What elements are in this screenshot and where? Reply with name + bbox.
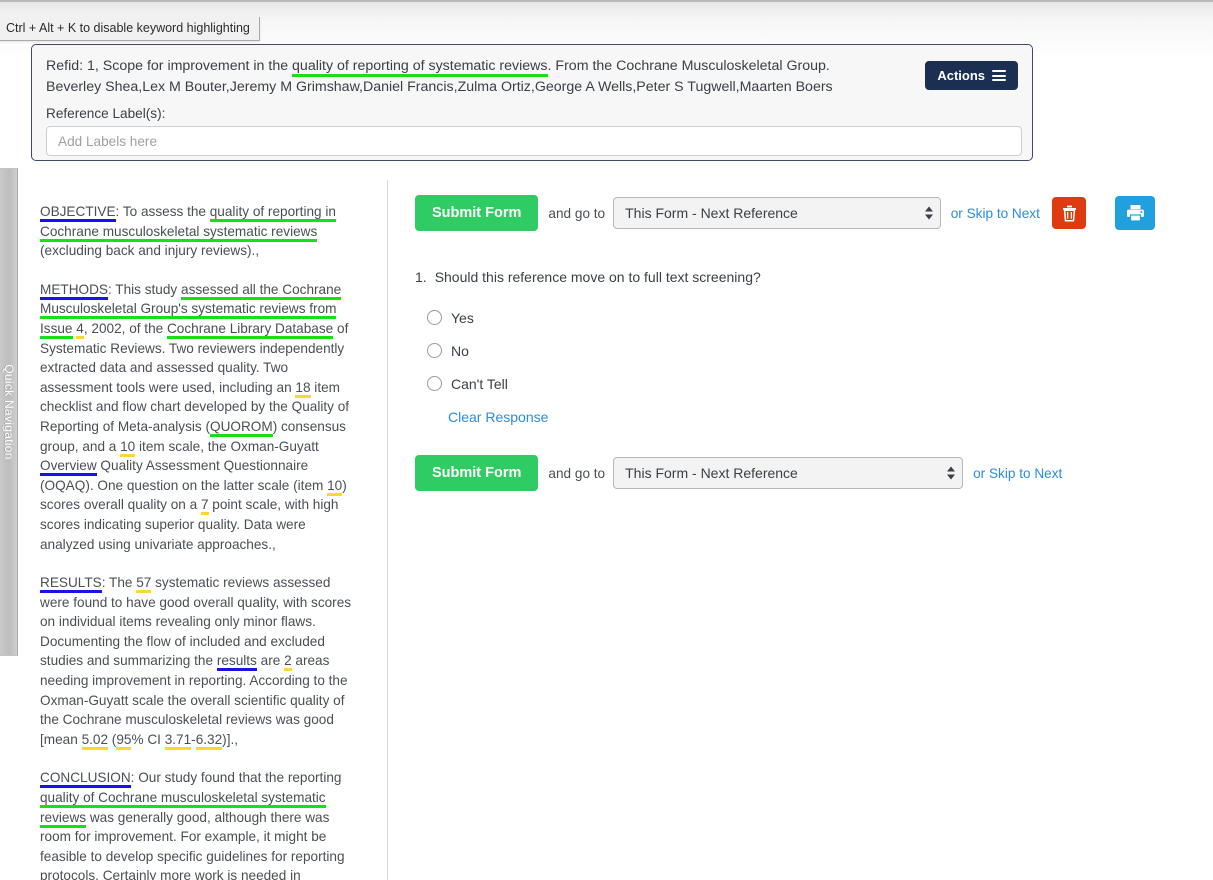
trash-icon	[1062, 205, 1076, 222]
abstract-objective: OBJECTIVE: To assess the quality of repo…	[40, 202, 358, 261]
goto-destination-value-bottom: This Form - Next Reference	[625, 465, 798, 481]
radio-label-no: No	[451, 342, 469, 359]
results-number-57: 57	[136, 575, 152, 594]
goto-destination-select-bottom[interactable]: This Form - Next Reference	[613, 457, 964, 489]
radio-circle-yes[interactable]	[427, 310, 442, 325]
radio-option-yes[interactable]: Yes	[427, 301, 1155, 334]
results-mid-5: % CI	[131, 731, 165, 747]
results-number-mean: 5.02	[81, 731, 109, 750]
results-tail: )].,	[222, 731, 239, 747]
answer-options: Yes No Can't Tell Clear Response	[427, 301, 1155, 427]
quick-navigation-label: Quick Navigation	[1, 364, 16, 460]
methods-number-7: 7	[200, 497, 209, 516]
submit-toolbar-top: Submit Form and go to This Form - Next R…	[415, 195, 1155, 231]
abstract-panel: OBJECTIVE: To assess the quality of repo…	[40, 202, 358, 880]
results-ci-low: 3.71	[164, 731, 192, 750]
methods-keyword-quorom: QUOROM	[210, 418, 273, 437]
reference-labels-input[interactable]	[46, 126, 1022, 156]
page-top-rule	[0, 0, 1213, 2]
conclusion-heading: CONCLUSION	[40, 770, 131, 789]
keyword-highlight-tooltip-text: Ctrl + Alt + K to disable keyword highli…	[6, 21, 250, 35]
radio-label-cant-tell: Can't Tell	[451, 375, 508, 392]
print-reference-button[interactable]	[1115, 196, 1155, 230]
radio-option-cant-tell[interactable]: Can't Tell	[427, 367, 1155, 400]
methods-number-4: 4	[76, 320, 84, 339]
skip-to-next-link-top[interactable]: or Skip to Next	[951, 206, 1040, 221]
reference-citation-line: Refid: 1, Scope for improvement in the q…	[46, 56, 1018, 77]
results-number-95: 95	[116, 731, 132, 750]
clear-response-link[interactable]: Clear Response	[448, 409, 548, 425]
methods-keyword-3: Cochrane Library Database	[166, 320, 334, 339]
conclusion-sep: : Our study found that the reporting	[130, 770, 342, 786]
conclusion-tail: was generally good, although there was r…	[40, 809, 345, 880]
keyword-highlight-tooltip: Ctrl + Alt + K to disable keyword highli…	[0, 17, 260, 41]
radio-option-no[interactable]: No	[427, 334, 1155, 367]
abstract-results: RESULTS: The 57 systematic reviews asses…	[40, 573, 358, 750]
objective-sep: : To assess the	[115, 204, 210, 219]
reference-labels-caption: Reference Label(s):	[46, 106, 166, 121]
chevron-updown-icon-bottom	[947, 466, 956, 480]
objective-keyword-2: Cochrane musculoskeletal systematic revi…	[40, 223, 318, 242]
methods-mid-5: item scale, the Oxman-Guyatt	[135, 438, 319, 454]
delete-reference-button[interactable]	[1051, 197, 1087, 229]
question-text: Should this reference move on to full te…	[434, 269, 761, 285]
quick-navigation-tab[interactable]: Quick Navigation	[0, 168, 18, 656]
methods-number-10: 10	[120, 438, 136, 457]
results-sep: : The	[101, 575, 137, 591]
actions-button-label: Actions	[937, 68, 985, 83]
methods-mid-1: , 2002, of the	[83, 320, 167, 336]
screening-form-panel: Submit Form and go to This Form - Next R…	[415, 195, 1155, 491]
and-go-to-label-bottom: and go to	[548, 465, 606, 481]
methods-number-18: 18	[295, 379, 311, 398]
printer-icon	[1126, 205, 1144, 222]
results-ci-high: 6.32	[195, 731, 223, 750]
radio-circle-no[interactable]	[427, 343, 442, 358]
skip-to-next-link-bottom[interactable]: or Skip to Next	[973, 466, 1062, 481]
objective-keyword-1: quality of reporting in	[209, 204, 336, 222]
app-viewport: Ctrl + Alt + K to disable keyword highli…	[0, 0, 1213, 880]
question-number: 1.	[415, 269, 427, 285]
reference-citation-suffix: . From the Cochrane Musculoskeletal Grou…	[547, 58, 830, 74]
results-mid-2: are	[256, 653, 285, 669]
reference-header-card: Refid: 1, Scope for improvement in the q…	[31, 44, 1033, 161]
goto-destination-value-top: This Form - Next Reference	[625, 205, 798, 221]
methods-keyword-1: assessed all the Cochrane	[181, 281, 342, 300]
objective-heading: OBJECTIVE	[40, 204, 116, 222]
column-divider	[387, 180, 388, 880]
question-block: 1. Should this reference move on to full…	[415, 269, 1155, 285]
methods-keyword-overview: Overview	[40, 458, 97, 477]
methods-sep: : This study	[107, 281, 182, 297]
and-go-to-label-top: and go to	[548, 205, 606, 221]
actions-button[interactable]: Actions	[925, 61, 1018, 90]
submit-toolbar-bottom: Submit Form and go to This Form - Next R…	[415, 455, 1155, 491]
reference-title-keyword: quality of reporting of systematic revie…	[292, 58, 548, 77]
submit-form-button-bottom[interactable]: Submit Form	[415, 455, 539, 491]
abstract-conclusion: CONCLUSION: Our study found that the rep…	[40, 768, 358, 880]
reference-authors: Beverley Shea,Lex M Bouter,Jeremy M Grim…	[46, 79, 833, 95]
hamburger-icon	[992, 70, 1006, 81]
chevron-updown-icon	[924, 206, 933, 220]
results-heading: RESULTS	[40, 575, 102, 594]
reference-citation-prefix: Refid: 1, Scope for improvement in the	[46, 58, 293, 74]
goto-destination-select-top[interactable]: This Form - Next Reference	[613, 197, 941, 229]
objective-tail: (excluding back and injury reviews).,	[40, 243, 260, 259]
methods-number-10b: 10	[327, 477, 343, 496]
submit-form-button-top[interactable]: Submit Form	[415, 195, 539, 231]
abstract-methods: METHODS: This study assessed all the Coc…	[40, 280, 358, 554]
results-number-2: 2	[284, 653, 292, 672]
methods-heading: METHODS	[40, 281, 108, 300]
radio-circle-cant-tell[interactable]	[427, 376, 442, 391]
results-keyword-results: results	[216, 653, 257, 672]
radio-label-yes: Yes	[451, 309, 474, 326]
